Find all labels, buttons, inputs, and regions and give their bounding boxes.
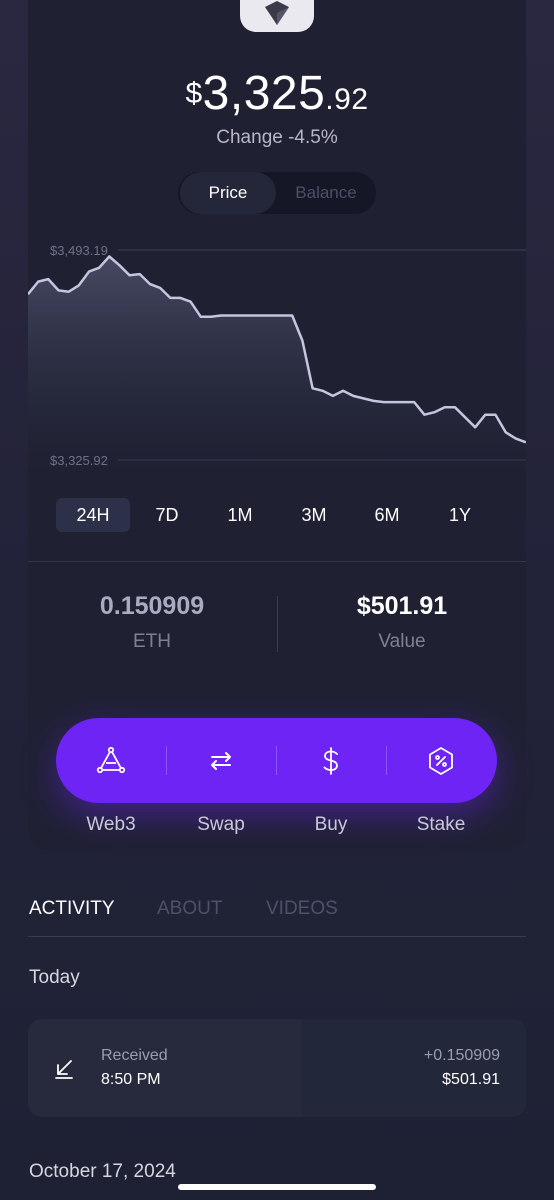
- swap-icon: [211, 751, 231, 770]
- stake-icon: [429, 746, 453, 775]
- time-range-selector: 24H 7D 1M 3M 6M 1Y: [56, 498, 500, 532]
- ethereum-logo: [240, 0, 314, 32]
- web3-label: Web3: [86, 814, 136, 835]
- toggle-price[interactable]: Price: [180, 172, 276, 214]
- tab-about[interactable]: ABOUT: [157, 898, 222, 920]
- value-label: Value: [378, 631, 426, 652]
- toggle-balance[interactable]: Balance: [278, 172, 374, 214]
- stake-button[interactable]: [386, 718, 496, 803]
- tab-activity[interactable]: ACTIVITY: [29, 898, 115, 920]
- action-bar: [56, 718, 497, 803]
- tab-videos[interactable]: VIDEOS: [266, 898, 338, 920]
- price-whole: 3,325: [202, 67, 326, 120]
- current-price: $3,325.92: [0, 66, 554, 121]
- transaction-row[interactable]: Received 8:50 PM +0.150909 $501.91: [28, 1019, 526, 1117]
- range-7d[interactable]: 7D: [130, 498, 204, 532]
- web3-button[interactable]: [56, 718, 166, 803]
- range-24h[interactable]: 24H: [56, 498, 130, 532]
- section-today: Today: [29, 967, 80, 988]
- dollar-icon: [323, 746, 338, 775]
- transaction-amount: +0.150909: [423, 1047, 500, 1064]
- transaction-type: Received: [101, 1047, 168, 1064]
- range-3m[interactable]: 3M: [277, 498, 351, 532]
- price-chart[interactable]: $3,493.19 $3,325.92: [27, 236, 527, 476]
- holding-value: $501.91 Value: [282, 592, 522, 653]
- transaction-value: $501.91: [442, 1071, 500, 1088]
- price-balance-toggle: Price Balance: [178, 172, 376, 214]
- amount-value: 0.150909: [99, 592, 205, 620]
- value-amount: $501.91: [356, 592, 448, 620]
- currency-symbol: $: [185, 77, 203, 110]
- detail-tabs: ACTIVITY ABOUT VIDEOS: [28, 896, 526, 937]
- swap-button[interactable]: [166, 718, 276, 803]
- chart-max-label: $3,493.19: [50, 243, 108, 258]
- chart-area: [28, 256, 526, 476]
- home-indicator[interactable]: [178, 1184, 376, 1190]
- transaction-time: 8:50 PM: [101, 1071, 161, 1088]
- web3-icon: [96, 746, 126, 773]
- range-6m[interactable]: 6M: [350, 498, 424, 532]
- swap-label: Swap: [197, 814, 245, 835]
- divider: [28, 561, 526, 562]
- range-1m[interactable]: 1M: [203, 498, 277, 532]
- price-decimal: .92: [325, 83, 369, 116]
- chart-min-label: $3,325.92: [50, 453, 108, 468]
- transaction-shade: [302, 1019, 526, 1117]
- buy-button[interactable]: [276, 718, 386, 803]
- holding-amount: 0.150909 ETH: [32, 592, 272, 653]
- stake-label: Stake: [416, 814, 466, 835]
- range-1y[interactable]: 1Y: [423, 498, 497, 532]
- section-date: October 17, 2024: [29, 1161, 176, 1182]
- buy-label: Buy: [314, 814, 348, 835]
- amount-label: ETH: [133, 631, 171, 652]
- stats-divider: [277, 596, 278, 652]
- received-arrow-icon: [55, 1060, 73, 1079]
- price-change: Change -4.5%: [216, 127, 338, 148]
